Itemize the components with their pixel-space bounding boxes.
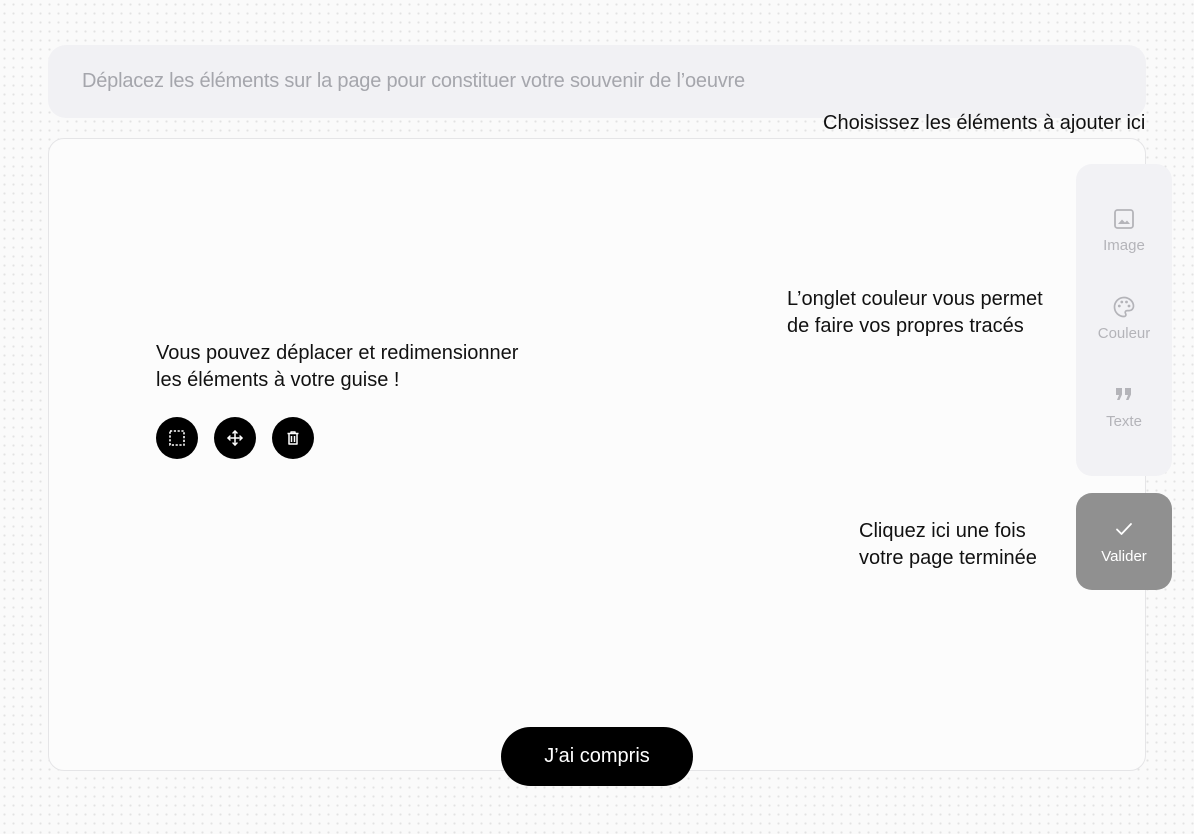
move-hint: Vous pouvez déplacer et redimensionner l… [156, 340, 518, 394]
resize-button[interactable] [156, 417, 198, 459]
instruction-bar: Déplacez les éléments sur la page pour c… [48, 45, 1146, 118]
validate-hint: Cliquez ici une fois votre page terminée [859, 518, 1037, 572]
move-hint-line-2: les éléments à votre guise ! [156, 369, 400, 391]
panel-hint-text: Choisissez les éléments à ajouter ici [823, 112, 1146, 134]
quote-icon [1116, 388, 1131, 400]
panel-item-label: Texte [1106, 413, 1142, 430]
element-tools [156, 417, 314, 459]
instruction-text: Déplacez les éléments sur la page pour c… [82, 70, 745, 92]
panel-item-image[interactable]: Image [1076, 207, 1172, 277]
move-button[interactable] [214, 417, 256, 459]
panel-hint: Choisissez les éléments à ajouter ici [823, 110, 1145, 137]
panel-item-text[interactable]: Texte [1076, 383, 1172, 453]
panel-item-color[interactable]: Couleur [1076, 295, 1172, 365]
trash-icon [287, 431, 299, 445]
understood-button[interactable]: J’ai compris [501, 727, 693, 786]
panel-item-label: Couleur [1097, 325, 1151, 342]
move-hint-line-1: Vous pouvez déplacer et redimensionner [156, 342, 519, 364]
validate-label: Valider [1101, 548, 1147, 565]
validate-button[interactable]: Valider [1076, 493, 1172, 590]
elements-panel: Image Couleur Texte [1076, 164, 1172, 476]
color-hint-line-1: L’onglet couleur vous permet [787, 288, 1043, 310]
validate-hint-line-2: votre page terminée [859, 547, 1037, 569]
color-hint-line-2: de faire vos propres tracés [787, 315, 1024, 337]
delete-button[interactable] [272, 417, 314, 459]
validate-hint-line-1: Cliquez ici une fois [859, 520, 1026, 542]
move-icon [227, 430, 243, 446]
palette-icon [1113, 296, 1135, 318]
image-icon [1114, 209, 1134, 229]
panel-item-label: Image [1103, 237, 1145, 254]
check-icon [1116, 523, 1132, 535]
color-hint: L’onglet couleur vous permet de faire vo… [787, 286, 1043, 340]
resize-icon [169, 430, 185, 446]
